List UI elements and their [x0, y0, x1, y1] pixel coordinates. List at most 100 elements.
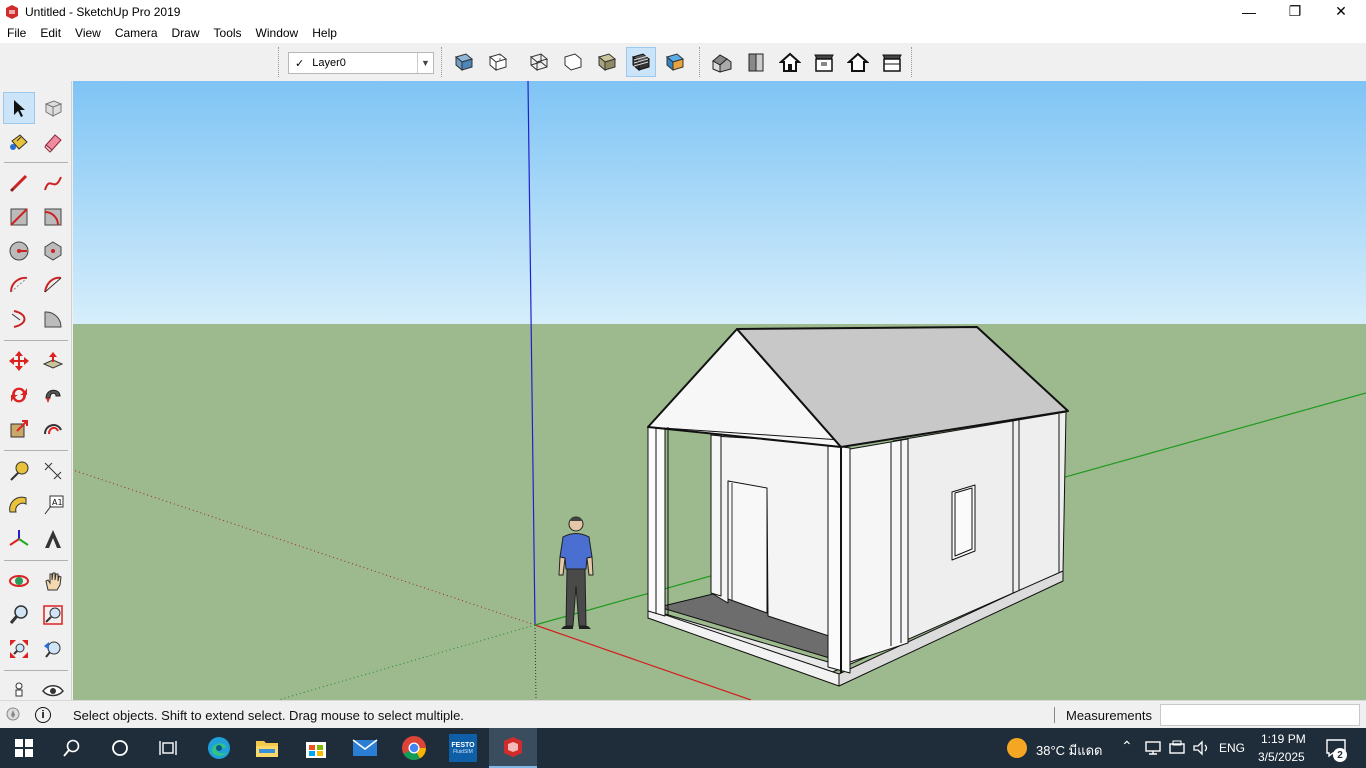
right-view-button[interactable] [809, 47, 839, 77]
menu-tools[interactable]: Tools [207, 26, 249, 40]
top-view-button[interactable] [741, 47, 771, 77]
menu-view[interactable]: View [68, 26, 108, 40]
volume-icon[interactable] [1192, 739, 1210, 757]
back-edges-button[interactable] [483, 47, 513, 77]
clock-time[interactable]: 1:19 PM [1261, 732, 1306, 746]
tape-measure-icon [10, 461, 29, 481]
eraser-tool[interactable] [37, 126, 69, 158]
menu-help[interactable]: Help [305, 26, 344, 40]
zoom-extents-tool[interactable] [3, 633, 35, 665]
rectangle-tool[interactable] [3, 201, 35, 233]
sketchup-taskbar-button[interactable] [489, 728, 537, 768]
pan-tool[interactable] [37, 565, 69, 597]
x-ray-button[interactable] [449, 47, 479, 77]
hidden-line-button[interactable] [558, 47, 588, 77]
weather-sun-icon[interactable] [1006, 737, 1028, 759]
back-view-button[interactable] [843, 47, 873, 77]
chevron-up-icon[interactable]: ⌃ [1121, 738, 1133, 755]
text-tool[interactable]: A1 [37, 489, 69, 521]
left-view-button[interactable] [877, 47, 907, 77]
file-explorer-button[interactable] [243, 728, 291, 768]
move-tool[interactable] [3, 345, 35, 377]
search-button[interactable] [48, 728, 96, 768]
protractor-tool[interactable] [3, 489, 35, 521]
porch-column-mid [710, 434, 722, 597]
zoom-tool[interactable] [3, 599, 35, 631]
pan-icon [45, 572, 62, 591]
shaded-textures-button[interactable] [626, 47, 656, 77]
look-around-icon [42, 685, 64, 697]
paint-bucket-tool[interactable] [3, 126, 35, 158]
rectangle-icon [10, 208, 28, 226]
toolbar-grip[interactable] [441, 47, 443, 77]
menu-file[interactable]: File [0, 26, 33, 40]
previous-view-tool[interactable] [37, 633, 69, 665]
push-pull-icon [42, 352, 64, 369]
printer-icon[interactable] [1168, 739, 1186, 757]
dimension-tool[interactable] [37, 455, 69, 487]
close-button[interactable]: ✕ [1318, 0, 1364, 23]
minimize-button[interactable]: — [1226, 0, 1272, 23]
monochrome-button[interactable] [660, 47, 690, 77]
axes-tool[interactable] [3, 523, 35, 555]
scene-canvas[interactable] [73, 81, 1366, 700]
toolbar-grip[interactable] [278, 47, 280, 77]
follow-me-tool[interactable] [37, 379, 69, 411]
orbit-tool[interactable] [3, 565, 35, 597]
start-button[interactable] [0, 728, 48, 768]
3d-text-tool[interactable] [37, 523, 69, 555]
protractor-icon [9, 496, 27, 513]
maximize-button[interactable]: ❐ [1272, 0, 1318, 23]
info-icon[interactable]: i [35, 707, 51, 723]
model-viewport[interactable] [73, 81, 1366, 700]
cortana-button[interactable] [96, 728, 144, 768]
pie-tool[interactable] [37, 303, 69, 335]
arc-tool[interactable] [3, 269, 35, 301]
freehand-tool[interactable] [37, 167, 69, 199]
rotated-rectangle-icon [44, 208, 62, 226]
tape-measure-tool[interactable] [3, 455, 35, 487]
layer-select[interactable]: ✓ Layer0 ▼ [288, 52, 434, 74]
paint-bucket-icon [10, 134, 28, 150]
menu-edit[interactable]: Edit [33, 26, 68, 40]
mail-button[interactable] [341, 728, 389, 768]
rotated-rectangle-tool[interactable] [37, 201, 69, 233]
network-icon[interactable] [1144, 740, 1162, 756]
wireframe-button[interactable] [524, 47, 554, 77]
task-view-button[interactable] [144, 728, 192, 768]
line-tool[interactable] [3, 167, 35, 199]
menu-window[interactable]: Window [249, 26, 306, 40]
weather-text[interactable]: 38°C มีแดด [1036, 740, 1103, 761]
measurements-input[interactable] [1160, 704, 1360, 726]
shaded-button[interactable] [592, 47, 622, 77]
scale-tool[interactable] [3, 413, 35, 445]
clock-date[interactable]: 3/5/2025 [1258, 750, 1305, 764]
circle-tool[interactable] [3, 235, 35, 267]
two-point-arc-tool[interactable] [37, 269, 69, 301]
festo-fluidsim-button[interactable]: FESTO FluidSIM [439, 728, 487, 768]
polygon-tool[interactable] [37, 235, 69, 267]
push-pull-tool[interactable] [37, 345, 69, 377]
left-view-icon [882, 54, 902, 72]
position-camera-icon [15, 682, 23, 697]
notification-count-badge: 2 [1333, 748, 1347, 762]
geolocation-icon[interactable] [6, 707, 20, 721]
menu-draw[interactable]: Draw [165, 26, 207, 40]
front-view-button[interactable] [775, 47, 805, 77]
menu-camera[interactable]: Camera [108, 26, 165, 40]
select-tool[interactable] [3, 92, 35, 124]
iso-view-button[interactable] [707, 47, 737, 77]
language-indicator[interactable]: ENG [1219, 741, 1245, 755]
three-point-arc-tool[interactable] [3, 303, 35, 335]
rotate-tool[interactable] [3, 379, 35, 411]
chrome-button[interactable] [390, 728, 438, 768]
store-button[interactable] [292, 728, 340, 768]
toolbar-grip[interactable] [699, 47, 701, 77]
chevron-down-icon[interactable]: ▼ [417, 53, 433, 73]
edge-button[interactable] [195, 728, 243, 768]
toolbar-grip[interactable] [911, 47, 913, 77]
sky [73, 81, 1366, 324]
offset-tool[interactable] [37, 413, 69, 445]
make-component-tool[interactable] [37, 92, 69, 124]
zoom-window-tool[interactable] [37, 599, 69, 631]
